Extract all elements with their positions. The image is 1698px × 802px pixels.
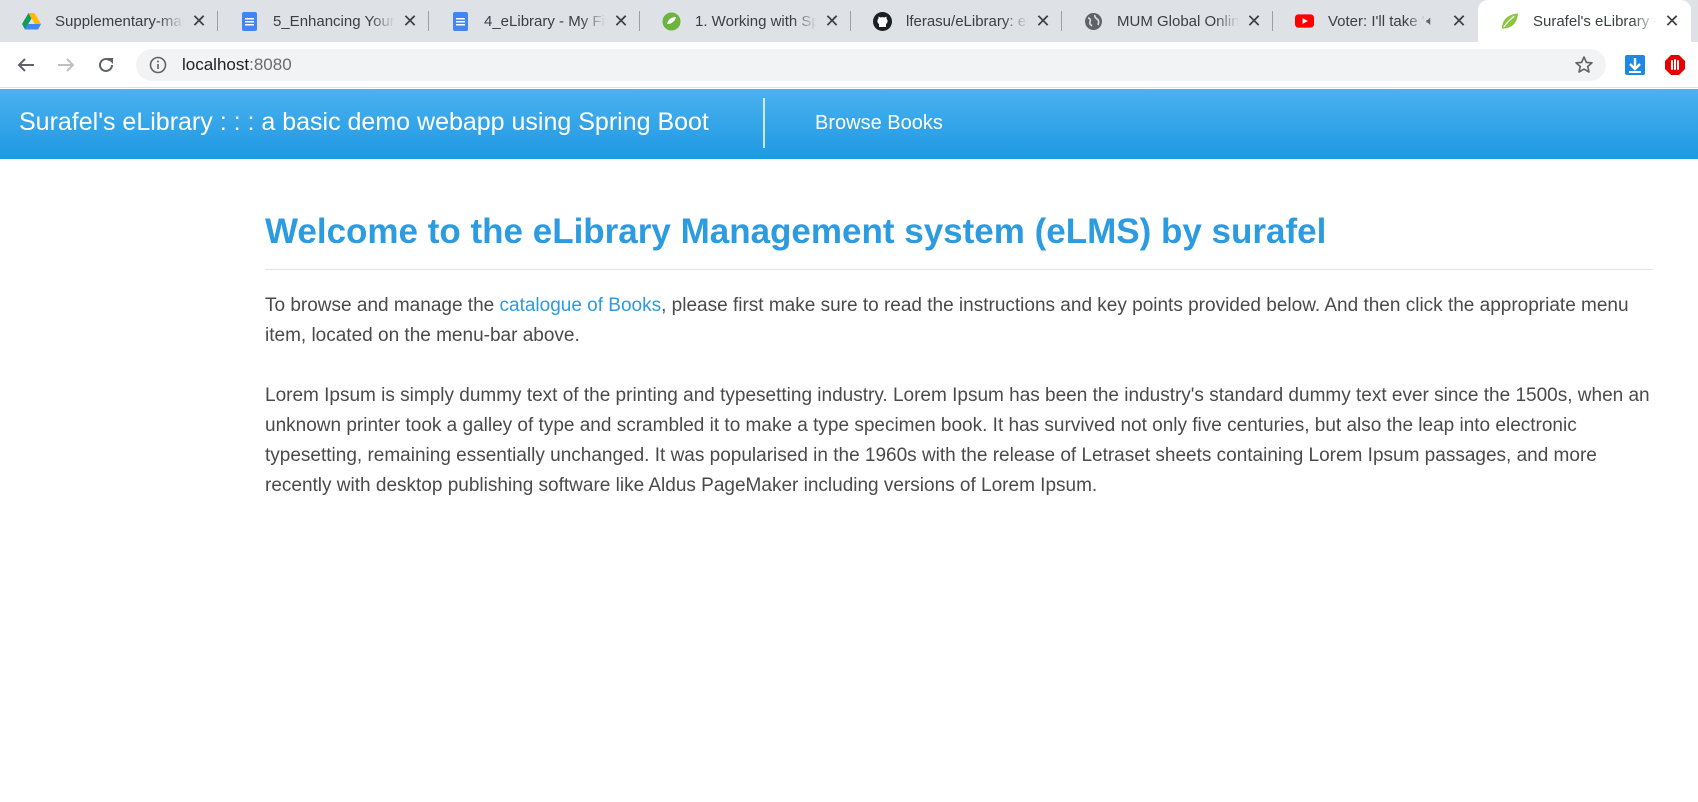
close-icon[interactable]: ✕ bbox=[1243, 10, 1265, 32]
tab-title: Surafel's eLibrary - a bbox=[1533, 12, 1657, 30]
tab-title: 5_Enhancing Your W bbox=[273, 12, 395, 30]
browser-tab-8[interactable]: Surafel's eLibrary - a ✕ bbox=[1478, 0, 1691, 42]
close-icon[interactable]: ✕ bbox=[1032, 10, 1054, 32]
intro-text-before: To browse and manage the bbox=[265, 295, 500, 316]
url-host: localhost bbox=[182, 55, 250, 74]
browser-tab-3[interactable]: 4_eLibrary - My First ✕ bbox=[429, 0, 640, 42]
spring-icon bbox=[662, 12, 681, 31]
back-arrow-icon[interactable] bbox=[13, 52, 39, 78]
app-header: Surafel's eLibrary : : : a basic demo we… bbox=[0, 89, 1698, 159]
tab-title: 1. Working with Spr bbox=[695, 12, 817, 30]
adblock-extension-icon[interactable] bbox=[1664, 54, 1686, 76]
speaker-icon[interactable]: 🔈︎ bbox=[1426, 14, 1434, 29]
browser-tab-5[interactable]: lferasu/eLibrary: eLi ✕ bbox=[851, 0, 1062, 42]
browser-tab-4[interactable]: 1. Working with Spr ✕ bbox=[640, 0, 851, 42]
browser-tab-7[interactable]: Voter: I'll take 't 🔈︎ ✕ bbox=[1273, 0, 1478, 42]
main-content: Welcome to the eLibrary Management syste… bbox=[265, 208, 1653, 501]
google-docs-icon bbox=[240, 11, 259, 31]
forward-arrow-icon[interactable] bbox=[53, 52, 79, 78]
bookmark-star-icon[interactable] bbox=[1574, 55, 1594, 75]
close-icon[interactable]: ✕ bbox=[821, 10, 843, 32]
github-icon bbox=[873, 11, 892, 31]
reload-icon[interactable] bbox=[93, 52, 119, 78]
title-divider bbox=[265, 269, 1653, 270]
tab-title: Voter: I'll take 't bbox=[1328, 12, 1427, 30]
url-port: :8080 bbox=[249, 55, 292, 74]
tab-title: MUM Global Online bbox=[1117, 12, 1239, 30]
google-docs-icon bbox=[451, 11, 470, 31]
page-title: Welcome to the eLibrary Management syste… bbox=[265, 212, 1327, 251]
browser-toolbar: localhost:8080 bbox=[0, 42, 1698, 88]
tab-title: lferasu/eLibrary: eLi bbox=[906, 12, 1028, 30]
header-divider bbox=[763, 98, 765, 148]
intro-paragraph: To browse and manage the catalogue of Bo… bbox=[265, 291, 1653, 351]
menu-item-browse-books[interactable]: Browse Books bbox=[815, 112, 943, 135]
browser-tab-2[interactable]: 5_Enhancing Your W ✕ bbox=[218, 0, 429, 42]
download-extension-icon[interactable] bbox=[1624, 54, 1646, 76]
lorem-paragraph: Lorem Ipsum is simply dummy text of the … bbox=[265, 385, 1650, 496]
browser-tab-1[interactable]: Supplementary-mat ✕ bbox=[0, 0, 218, 42]
globe-icon bbox=[1084, 12, 1103, 31]
google-drive-icon bbox=[22, 12, 41, 31]
close-icon[interactable]: ✕ bbox=[1661, 10, 1683, 32]
tab-title: Supplementary-mat bbox=[55, 12, 184, 30]
close-icon[interactable]: ✕ bbox=[399, 10, 421, 32]
browser-tab-strip: Supplementary-mat ✕ 5_Enhancing Your W ✕… bbox=[0, 0, 1698, 42]
spring-leaf-icon bbox=[1500, 12, 1519, 31]
info-icon[interactable] bbox=[148, 55, 168, 75]
close-icon[interactable]: ✕ bbox=[610, 10, 632, 32]
tab-title: 4_eLibrary - My First bbox=[484, 12, 606, 30]
url-text[interactable]: localhost:8080 bbox=[182, 55, 292, 75]
youtube-icon bbox=[1295, 12, 1314, 31]
address-bar[interactable]: localhost:8080 bbox=[136, 49, 1606, 81]
close-icon[interactable]: ✕ bbox=[188, 10, 210, 32]
browser-tab-6[interactable]: MUM Global Online ✕ bbox=[1062, 0, 1273, 42]
catalogue-link[interactable]: catalogue of Books bbox=[500, 295, 662, 316]
brand-title[interactable]: Surafel's eLibrary : : : a basic demo we… bbox=[19, 108, 709, 137]
close-icon[interactable]: ✕ bbox=[1448, 10, 1470, 32]
